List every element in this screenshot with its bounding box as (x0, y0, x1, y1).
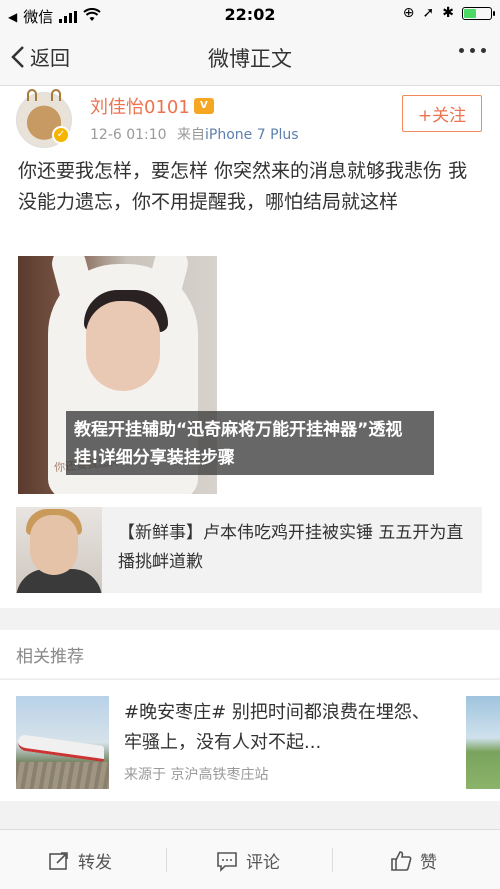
back-to-app-icon[interactable]: ◀ (8, 10, 17, 24)
like-button[interactable]: 赞 (390, 848, 437, 873)
news-card[interactable]: 【新鲜事】卢本伟吃鸡开挂被实锤 五五开为直播挑衅道歉 (16, 507, 482, 593)
post-device[interactable]: iPhone 7 Plus (205, 127, 299, 143)
divider (166, 848, 167, 872)
like-label: 赞 (420, 853, 437, 873)
repost-icon (49, 851, 68, 870)
status-bar: ◀ 微信 4G 22:02 ⊕ ➚ ✱ (0, 0, 500, 30)
related-source: 来源于 京沪高铁枣庄站 (124, 767, 269, 783)
post-card: ✓ 刘佳怡0101 V 12-6 01:10 来自iPhone 7 Plus +… (0, 86, 500, 608)
post-time: 12-6 01:10 (90, 127, 167, 143)
related-item[interactable]: #晚安枣庄# 别把时间都浪费在埋怨、牢骚上，没有人对不起... 来源于 京沪高铁… (0, 679, 500, 801)
vip-icon: V (193, 98, 214, 114)
status-right: ⊕ ➚ ✱ (402, 5, 495, 21)
signal-icon (59, 10, 78, 23)
repost-label: 转发 (78, 853, 112, 873)
location-icon: ➚ (422, 5, 435, 21)
nav-bar: 返回 微博正文 (0, 30, 500, 86)
status-left: ◀ 微信 4G (8, 6, 101, 27)
related-thumbnail-next[interactable] (466, 696, 500, 789)
repost-button[interactable]: 转发 (48, 848, 112, 873)
thumbs-up-icon (391, 850, 412, 871)
verified-badge-icon: ✓ (52, 126, 70, 144)
more-options-icon[interactable] (459, 48, 486, 53)
post-text: 你还要我怎样，要怎样 你突然来的消息就够我悲伤 我没能力遗忘，你不用提醒我，哪怕… (18, 160, 468, 213)
related-text: #晚安枣庄# 别把时间都浪费在埋怨、牢骚上，没有人对不起... (124, 702, 430, 753)
related-header: 相关推荐 (0, 630, 500, 678)
username[interactable]: 刘佳怡0101 V (90, 93, 214, 119)
comment-icon (217, 851, 237, 872)
rotation-lock-icon: ⊕ (402, 5, 415, 21)
battery-icon (462, 6, 495, 20)
news-text: 【新鲜事】卢本伟吃鸡开挂被实锤 五五开为直播挑衅道歉 (118, 523, 464, 572)
bottom-action-bar: 转发 评论 赞 (0, 829, 500, 889)
overlay-banner: 教程开挂辅助“迅奇麻将万能开挂神器”透视挂!详细分享装挂步骤 (66, 411, 434, 475)
carrier-label: 微信 (23, 8, 54, 26)
post-source-prefix: 来自 (177, 127, 206, 143)
image-face (86, 301, 160, 391)
wifi-icon (83, 7, 101, 26)
related-title: 相关推荐 (16, 647, 84, 667)
follow-button[interactable]: +关注 (402, 95, 482, 132)
divider (332, 848, 333, 872)
bluetooth-icon: ✱ (442, 5, 454, 21)
page-title: 微博正文 (208, 47, 292, 71)
news-thumbnail (16, 507, 102, 593)
related-thumbnail (16, 696, 109, 789)
post-meta: 12-6 01:10 来自iPhone 7 Plus (90, 124, 299, 144)
comment-button[interactable]: 评论 (216, 848, 280, 873)
username-label: 刘佳怡0101 (90, 97, 190, 118)
comment-label: 评论 (246, 853, 280, 873)
